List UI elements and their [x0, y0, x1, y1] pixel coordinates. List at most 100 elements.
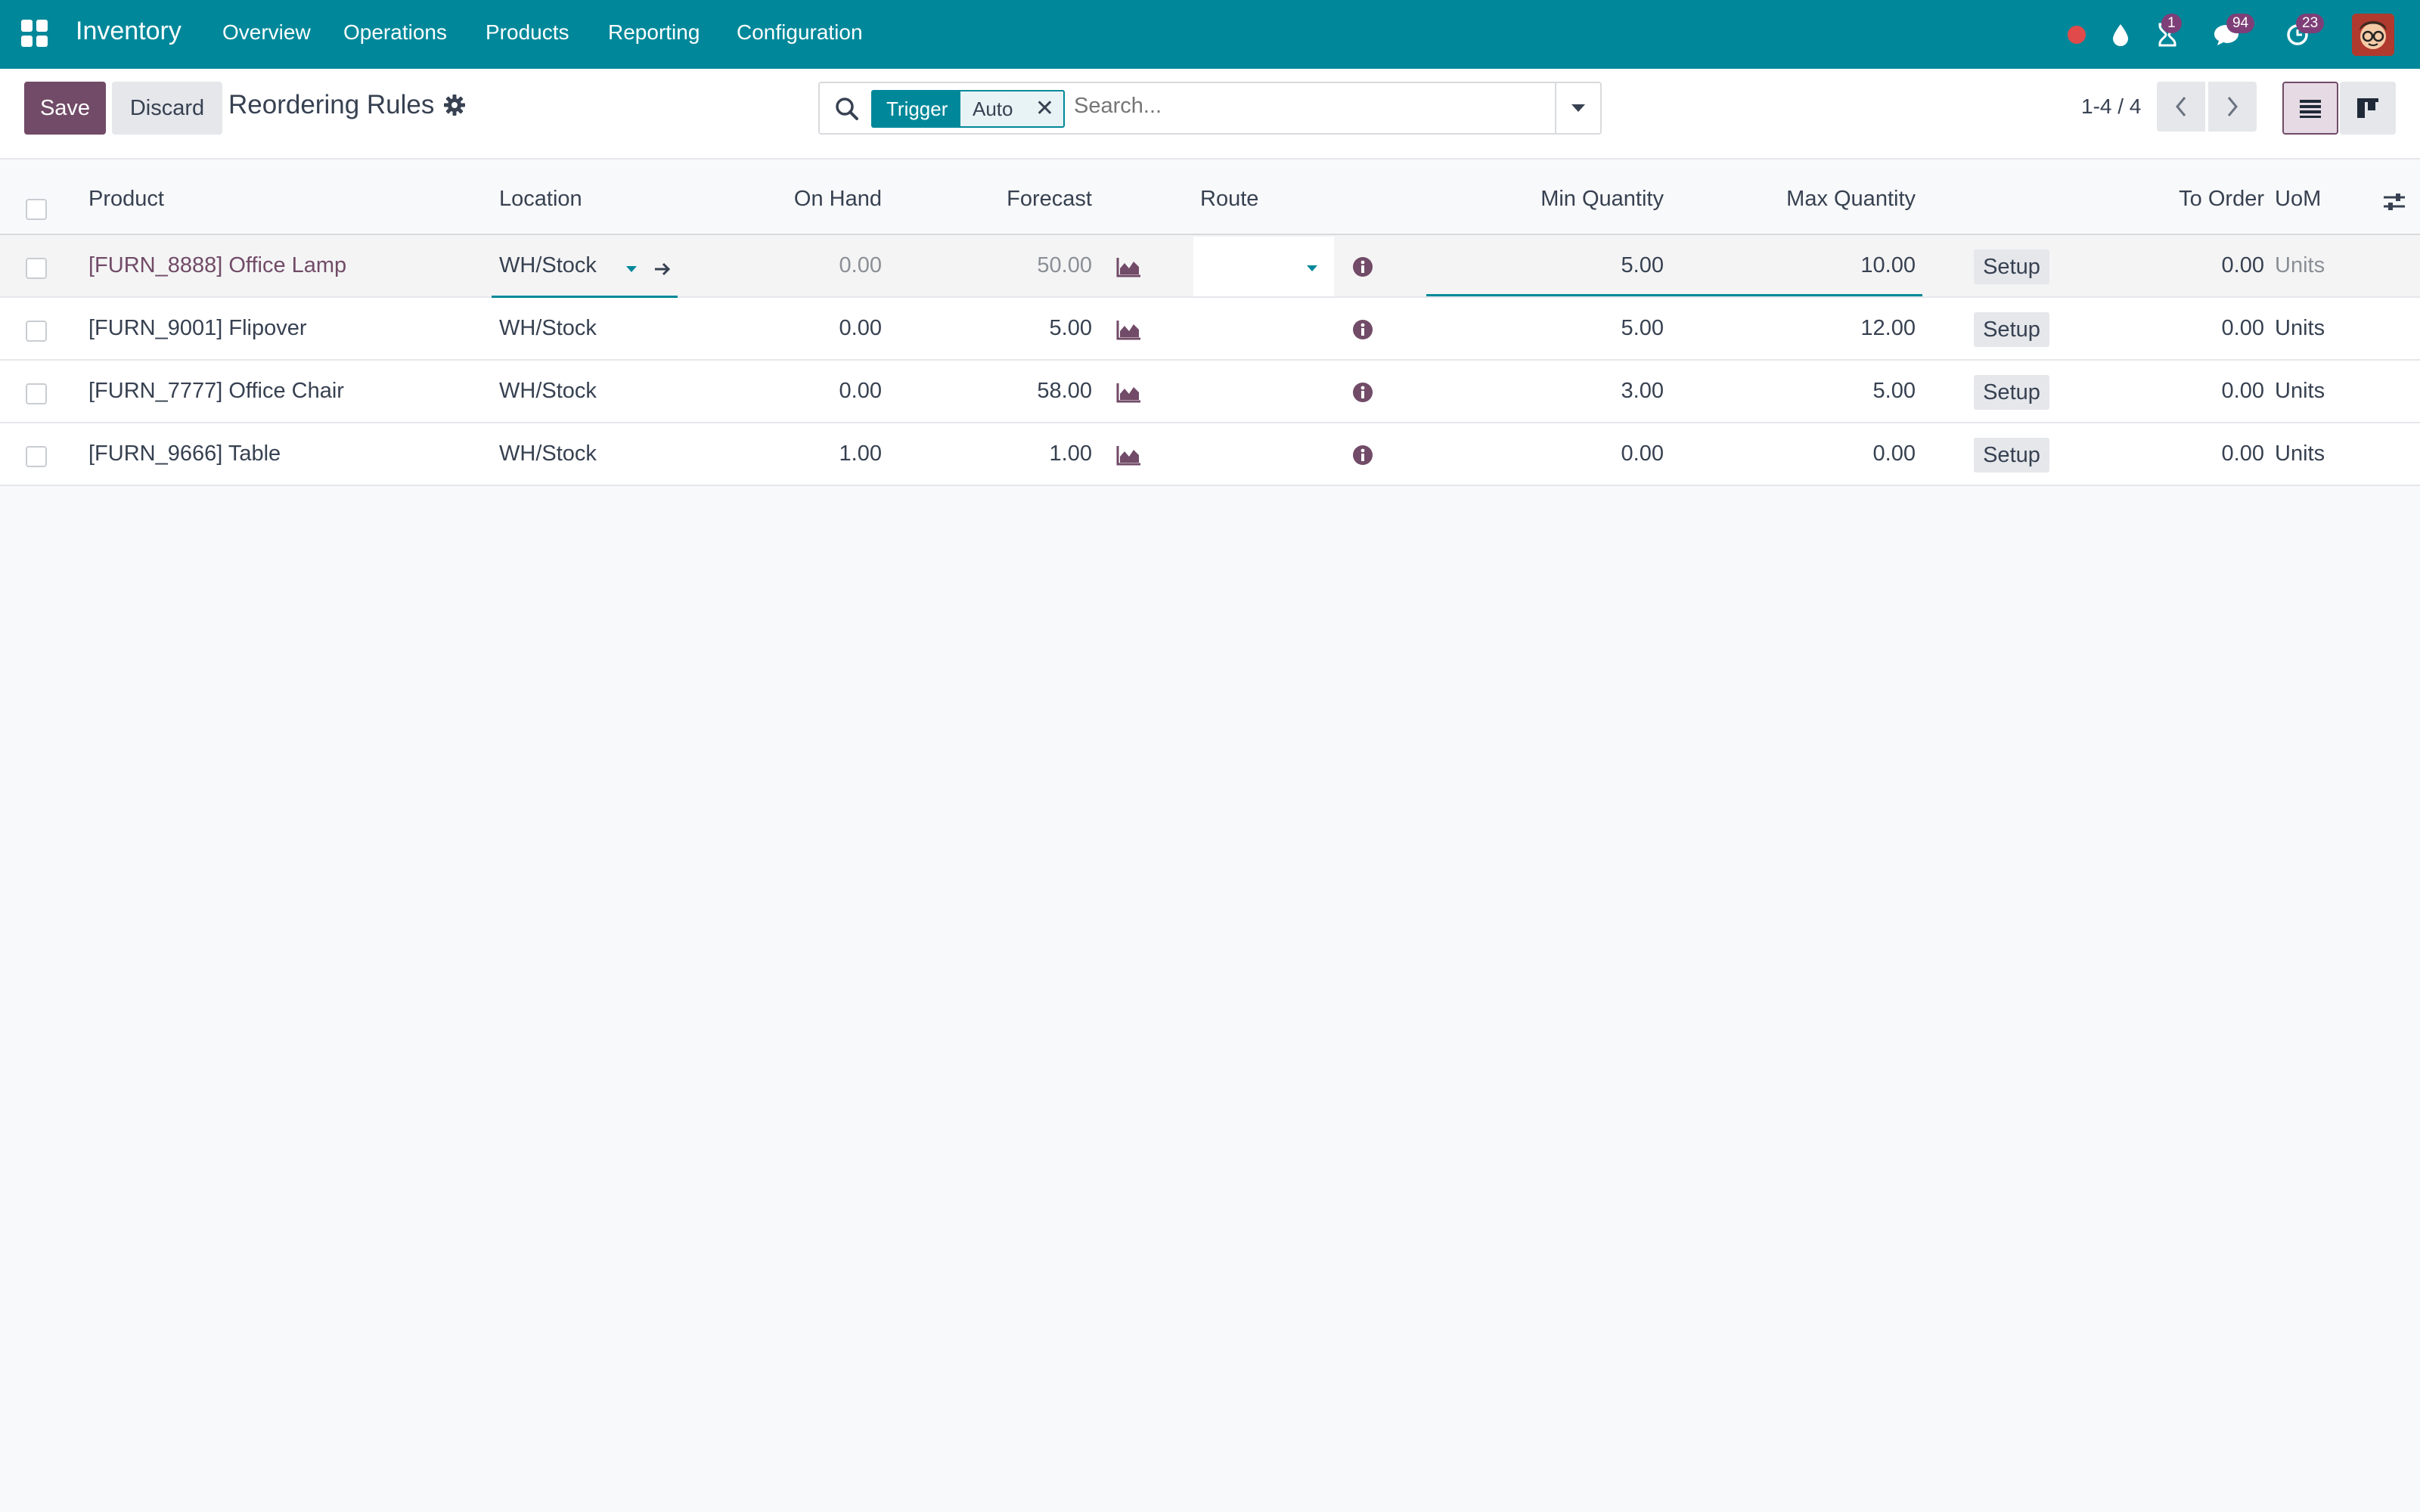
uom-value[interactable]: Units	[2275, 253, 2325, 278]
min-quantity-value[interactable]: 0.00	[1621, 442, 1664, 466]
menu-products[interactable]: Products	[486, 20, 569, 45]
control-panel: Save Discard Reordering Rules Trigger Au…	[0, 69, 2420, 160]
area-chart-icon[interactable]	[1116, 256, 1142, 277]
row-checkbox[interactable]	[26, 383, 47, 404]
remove-facet-icon[interactable]: ✕	[1035, 91, 1054, 126]
setup-button[interactable]: Setup	[1974, 312, 2049, 347]
min-quantity-value[interactable]: 5.00	[1621, 253, 1664, 278]
row-checkbox[interactable]	[26, 446, 47, 467]
messages-icon[interactable]	[2208, 0, 2245, 69]
to-order-value[interactable]: 0.00	[2222, 316, 2264, 341]
header-location[interactable]: Location	[499, 187, 582, 212]
caret-down-icon	[1307, 265, 1317, 271]
search-bar: Trigger Auto ✕	[818, 82, 1602, 135]
row-checkbox[interactable]	[26, 321, 47, 342]
kanban-view-icon	[2357, 98, 2378, 118]
header-to-order[interactable]: To Order	[2179, 187, 2264, 212]
optional-columns-icon[interactable]	[2382, 190, 2406, 220]
product-name[interactable]: [FURN_7777] Office Chair	[88, 379, 344, 404]
header-min-quantity[interactable]: Min Quantity	[1540, 187, 1664, 212]
pager-next-button[interactable]	[2208, 82, 2257, 132]
chevron-right-icon	[2227, 97, 2238, 116]
min-quantity-value[interactable]: 3.00	[1621, 379, 1664, 404]
header-uom[interactable]: UoM	[2275, 187, 2321, 212]
max-quantity-value[interactable]: 0.00	[1873, 442, 1916, 466]
pager-previous-button[interactable]	[2157, 82, 2205, 132]
table-row[interactable]: [FURN_7777] Office Chair WH/Stock 0.00 5…	[0, 361, 2420, 423]
location-value[interactable]: WH/Stock	[499, 379, 597, 404]
select-all-checkbox[interactable]	[26, 199, 47, 220]
on-hand-value: 1.00	[839, 442, 882, 466]
chevron-left-icon	[2176, 97, 2186, 116]
forecast-value: 5.00	[1049, 316, 1092, 340]
forecast-value: 1.00	[1049, 442, 1092, 466]
menu-overview[interactable]: Overview	[222, 20, 311, 45]
app-name[interactable]: Inventory	[76, 17, 182, 46]
table-row[interactable]: [FURN_9001] Flipover WH/Stock 0.00 5.00 …	[0, 298, 2420, 361]
save-button[interactable]: Save	[24, 82, 106, 135]
menu-operations[interactable]: Operations	[343, 20, 447, 45]
to-order-value[interactable]: 0.00	[2222, 379, 2264, 404]
search-options-toggle[interactable]	[1555, 83, 1600, 133]
caret-down-icon	[1571, 104, 1585, 112]
status-dot-icon[interactable]	[2062, 0, 2092, 69]
location-value[interactable]: WH/Stock	[499, 253, 597, 278]
info-icon[interactable]	[1352, 382, 1373, 403]
route-field[interactable]	[1193, 237, 1334, 296]
header-max-quantity[interactable]: Max Quantity	[1786, 187, 1916, 212]
caret-down-icon	[626, 266, 637, 272]
area-chart-icon[interactable]	[1116, 445, 1142, 466]
location-value[interactable]: WH/Stock	[499, 442, 597, 466]
kanban-view-button[interactable]	[2340, 82, 2396, 135]
max-quantity-value[interactable]: 5.00	[1873, 379, 1916, 404]
uom-value[interactable]: Units	[2275, 379, 2325, 404]
header-forecast[interactable]: Forecast	[1007, 187, 1092, 212]
search-icon[interactable]	[833, 95, 861, 122]
user-avatar[interactable]	[2352, 14, 2394, 56]
info-icon[interactable]	[1352, 256, 1373, 277]
area-chart-icon[interactable]	[1116, 382, 1142, 403]
row-checkbox[interactable]	[26, 258, 47, 279]
setup-button[interactable]: Setup	[1974, 249, 2049, 284]
max-quantity-value[interactable]: 12.00	[1860, 316, 1916, 341]
discard-button[interactable]: Discard	[112, 82, 222, 135]
pager-value[interactable]: 1-4 / 4	[2081, 94, 2141, 119]
gear-icon[interactable]	[443, 94, 466, 116]
on-hand-value: 0.00	[839, 379, 882, 403]
setup-button[interactable]: Setup	[1974, 375, 2049, 410]
info-icon[interactable]	[1352, 445, 1373, 466]
table-row[interactable]: [FURN_8888] Office Lamp WH/Stock 0.00 50…	[0, 235, 2420, 298]
to-order-value[interactable]: 0.00	[2222, 442, 2264, 466]
timer-badge: 23	[2296, 14, 2325, 33]
info-icon[interactable]	[1352, 319, 1373, 340]
apps-menu-icon[interactable]	[21, 20, 48, 47]
location-field[interactable]: WH/Stock	[492, 240, 678, 298]
product-name[interactable]: [FURN_9666] Table	[88, 442, 281, 466]
max-quantity-value[interactable]: 10.00	[1860, 253, 1916, 278]
activity-hourglass-icon[interactable]	[2151, 0, 2184, 69]
search-facet-label: Trigger	[871, 90, 963, 128]
search-input[interactable]	[1074, 94, 1528, 119]
uom-value[interactable]: Units	[2275, 316, 2325, 341]
search-facet-value: Auto ✕	[959, 90, 1065, 128]
uom-value[interactable]: Units	[2275, 442, 2325, 466]
setup-button[interactable]: Setup	[1974, 438, 2049, 472]
to-order-value[interactable]: 0.00	[2222, 253, 2264, 278]
drop-icon[interactable]	[2105, 0, 2136, 69]
product-name[interactable]: [FURN_9001] Flipover	[88, 316, 307, 341]
product-name[interactable]: [FURN_8888] Office Lamp	[88, 253, 346, 278]
table-row[interactable]: [FURN_9666] Table WH/Stock 1.00 1.00 0.0…	[0, 423, 2420, 486]
min-quantity-value[interactable]: 5.00	[1621, 316, 1664, 341]
table-header: Product Location On Hand Forecast Route …	[0, 160, 2420, 235]
on-hand-value: 0.00	[839, 316, 882, 340]
header-on-hand[interactable]: On Hand	[794, 187, 882, 212]
header-route[interactable]: Route	[1200, 187, 1258, 212]
menu-reporting[interactable]: Reporting	[608, 20, 700, 45]
location-value[interactable]: WH/Stock	[499, 316, 597, 341]
menu-configuration[interactable]: Configuration	[737, 20, 863, 45]
list-view-button[interactable]	[2282, 82, 2338, 135]
timer-icon[interactable]	[2281, 0, 2314, 69]
header-product[interactable]: Product	[88, 187, 164, 212]
area-chart-icon[interactable]	[1116, 319, 1142, 340]
forecast-value: 58.00	[1037, 379, 1092, 403]
